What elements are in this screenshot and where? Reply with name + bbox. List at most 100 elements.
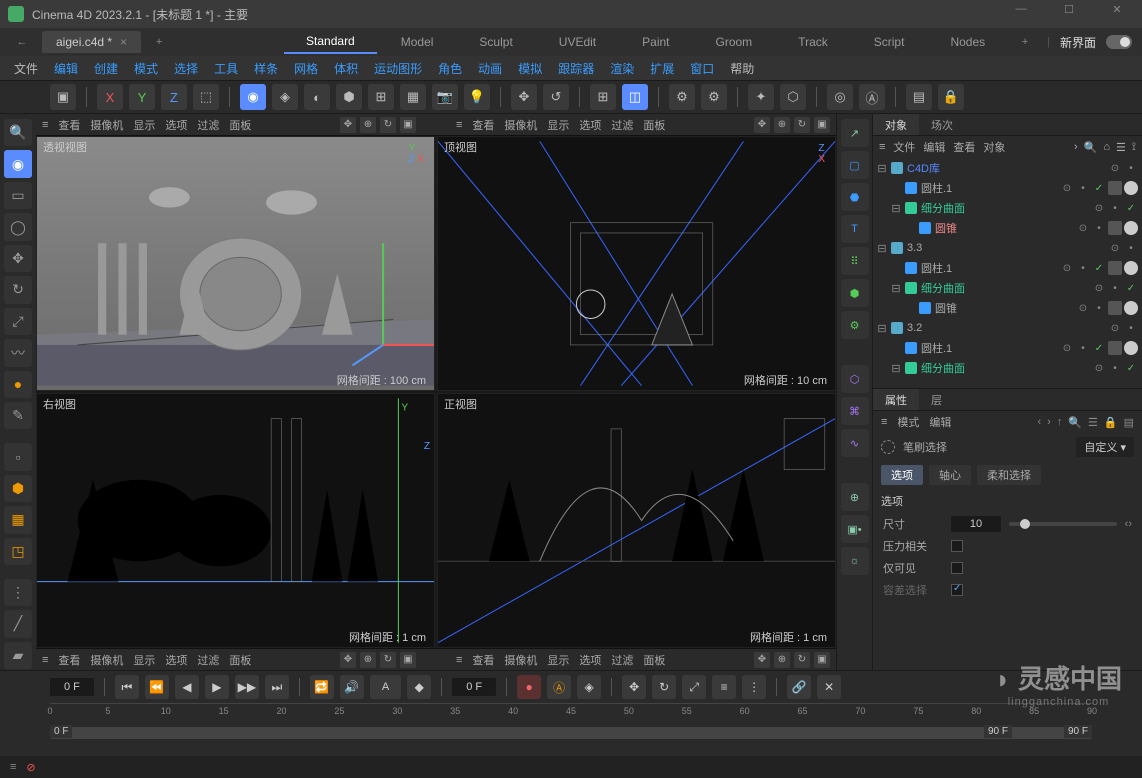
expand-icon[interactable]: ⊟ [891,202,901,215]
attr-menu-mode[interactable]: 模式 [897,414,919,430]
size-slider[interactable] [1009,522,1117,526]
hamburger-icon[interactable]: ≡ [879,141,885,153]
point-mode-button[interactable]: ⋮ [4,579,32,606]
visible-checkbox[interactable] [951,562,963,574]
vp-menu-cameras[interactable]: 摄像机 [90,117,123,133]
expand-icon[interactable]: ⊟ [891,362,901,375]
stepper-icon[interactable]: ‹› [1125,518,1132,530]
object-name[interactable]: 圆柱.1 [921,340,1056,356]
deformer-button[interactable]: ⬢ [336,84,362,110]
object-name[interactable]: C4D库 [907,160,1104,176]
box-tag-icon[interactable] [1108,221,1122,235]
spline-button[interactable]: ◈ [272,84,298,110]
render-settings-button[interactable]: ⚙ [669,84,695,110]
object-name[interactable]: 圆柱.1 [921,180,1056,196]
chk-tag-icon[interactable]: ✓ [1124,281,1138,295]
edge-mode-button[interactable]: ╱ [4,610,32,637]
vp-zoom-icon[interactable]: ⊕ [360,117,376,133]
om-menu-edit[interactable]: 编辑 [923,139,945,155]
play-back-button[interactable]: ▶ [205,675,229,699]
dot-tag-icon[interactable]: • [1092,221,1106,235]
texture-mode-button[interactable]: ▦ [4,506,32,533]
expand-icon[interactable]: ⊟ [877,242,887,255]
vp-menu-options[interactable]: 选项 [165,117,187,133]
range-start[interactable]: 0 F [50,725,72,738]
custom-dropdown[interactable]: 自定义 ▾ [1076,437,1134,457]
expand-icon[interactable]: ⊟ [877,162,887,175]
key-options-button[interactable]: ◈ [577,675,601,699]
polygon-mode-button[interactable]: ▰ [4,642,32,669]
tree-row[interactable]: 圆柱.1⊙•✓ [873,338,1142,358]
tree-row[interactable]: 圆锥 ⊙• [873,298,1142,318]
menu-spline[interactable]: 样条 [248,58,284,79]
vp-menu-display[interactable]: 显示 [133,117,155,133]
render-tag-icon[interactable]: ⊙ [1092,361,1106,375]
menu-edit[interactable]: 编辑 [48,58,84,79]
object-name[interactable]: 细分曲面 [921,360,1088,376]
goto-end-button[interactable]: ⏭ [265,675,289,699]
goto-start-button[interactable]: ⏮ [115,675,139,699]
move-tool[interactable]: ✥ [4,245,32,272]
viewport-perspective[interactable]: 透视视图 YZ X 网格间距 : 100 cm [36,136,435,391]
dot-tag-icon[interactable]: • [1076,341,1090,355]
chevron-right-icon[interactable]: › [1074,141,1078,154]
dot-tag-icon[interactable]: • [1108,281,1122,295]
menu-create[interactable]: 创建 [88,58,124,79]
om-menu-view[interactable]: 查看 [953,139,975,155]
tree-row[interactable]: 圆柱.1⊙•✓ [873,178,1142,198]
object-name[interactable]: 圆锥 [935,220,1072,236]
keyframe-icon[interactable]: ◆ [407,675,431,699]
rect-icon[interactable]: ▢ [841,151,869,179]
lock-button[interactable]: 🔒 [938,84,964,110]
range-end[interactable]: 90 F [984,725,1012,738]
viewport-top[interactable]: 顶视图 ZX 网格间距 : 10 cm [437,136,836,391]
layout-tab-script[interactable]: Script [852,31,927,53]
generator-button[interactable]: ◐ [304,84,330,110]
step-back-button[interactable]: ⏪ [145,675,169,699]
menu-help[interactable]: 帮助 [724,58,760,79]
box-tag-icon[interactable] [1108,341,1122,355]
search-icon[interactable]: 🔍 [1068,416,1082,429]
layout-tab-track[interactable]: Track [776,31,850,53]
points-icon[interactable]: ⠿ [841,247,869,275]
scene-button[interactable]: ▦ [400,84,426,110]
live-select-tool[interactable]: ◉ [4,150,32,177]
attr-menu-edit[interactable]: 编辑 [929,414,951,430]
sound-button[interactable]: 🔊 [340,675,364,699]
render-tag-icon[interactable]: ⊙ [1076,301,1090,315]
status-menu-icon[interactable]: ≡ [10,761,16,773]
gear-icon[interactable]: ⚙ [841,311,869,339]
chk-tag-icon[interactable]: ✓ [1092,181,1106,195]
render-tag-icon[interactable]: ⊙ [1108,321,1122,335]
menu-tracker[interactable]: 跟踪器 [552,58,600,79]
chk-tag-icon[interactable]: ✓ [1092,261,1106,275]
link-button[interactable]: 🔗 [787,675,811,699]
next-frame-button[interactable]: ▶▶ [235,675,259,699]
camera-rec-icon[interactable]: ▣• [841,515,869,543]
hamburger-icon[interactable]: ≡ [456,654,462,666]
object-name[interactable]: 圆锥 [935,300,1072,316]
sculpt-tool[interactable]: ✎ [4,402,32,429]
coord-icon[interactable]: ↗ [841,119,869,147]
search-tool-icon[interactable]: 🔍 [4,119,32,146]
layout-toggle[interactable] [1106,35,1132,49]
render-tag-icon[interactable]: ⊙ [1108,241,1122,255]
key-pos-button[interactable]: ✥ [622,675,646,699]
record-button[interactable]: ● [517,675,541,699]
render-view-button[interactable]: ⚙ [701,84,727,110]
rigid-body-button[interactable]: ⬡ [780,84,806,110]
hamburger-icon-2[interactable]: ≡ [456,119,462,131]
menu-animate[interactable]: 动画 [472,58,508,79]
layout-tab-standard[interactable]: Standard [284,30,377,54]
vp-rotate-icon[interactable]: ↻ [794,117,810,133]
text-icon[interactable]: T [841,215,869,243]
menu-mograph[interactable]: 运动图形 [368,58,428,79]
dot-tag-icon[interactable]: • [1092,301,1106,315]
vp-maximize-icon[interactable]: ▣ [814,117,830,133]
lock-icon[interactable]: 🔒 [1104,416,1118,429]
lasso-select-tool[interactable]: ◯ [4,213,32,240]
new-tab-button[interactable]: + [147,36,171,48]
tree-row[interactable]: ⊟3.2⊙• [873,318,1142,338]
layout-tab-nodes[interactable]: Nodes [928,31,1007,53]
object-name[interactable]: 3.3 [907,242,1104,254]
